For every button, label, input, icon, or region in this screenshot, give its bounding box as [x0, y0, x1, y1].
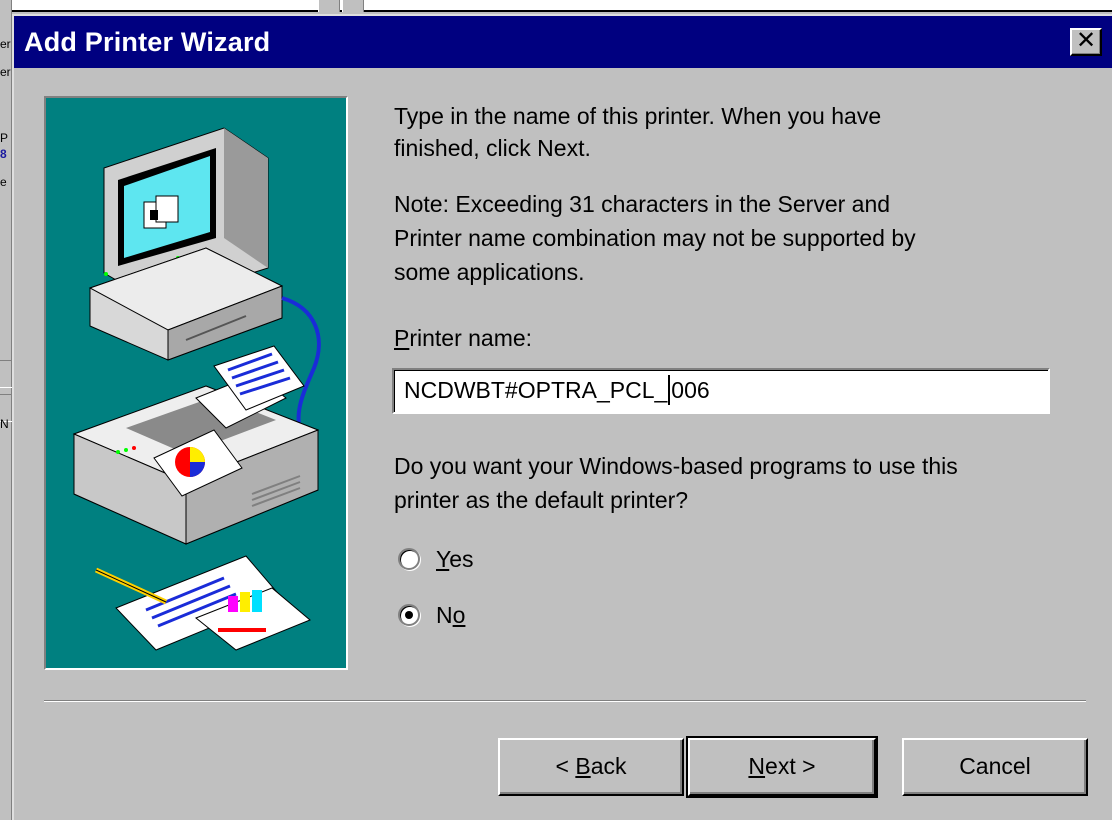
close-button[interactable]: ✕ [1070, 28, 1102, 56]
printer-name-label: Printer name: [394, 322, 532, 355]
documents-icon [94, 555, 311, 651]
background-window-toolbar [0, 0, 1112, 12]
title-bar[interactable]: Add Printer Wizard ✕ [14, 16, 1112, 68]
background-text: er [0, 66, 11, 78]
cancel-button[interactable]: Cancel [902, 738, 1088, 796]
background-window: er er P 8 e N [0, 0, 12, 820]
computer-icon [88, 127, 284, 361]
printer-name-value-end: 006 [671, 377, 710, 403]
instruction-text-line2: finished, click Next. [394, 135, 591, 161]
radio-yes-button[interactable] [398, 548, 420, 570]
printer-icon [72, 345, 320, 545]
note-text-line1: Note: Exceeding 31 characters in the Ser… [394, 191, 891, 217]
radio-selected-dot [405, 611, 413, 619]
button-separator [44, 700, 1086, 702]
background-divider [0, 360, 12, 388]
printer-name-label-accel: P [394, 325, 410, 351]
note-text-line3: some applications. [394, 259, 585, 285]
radio-no-button[interactable] [398, 604, 420, 626]
radio-no[interactable]: No [398, 598, 465, 632]
background-link[interactable]: 8 [0, 148, 12, 160]
default-question-line1: Do you want your Windows-based programs … [394, 453, 958, 479]
background-text: N [0, 418, 9, 430]
printer-name-label-rest: rinter name: [409, 325, 533, 351]
back-button[interactable]: < Back [498, 738, 684, 796]
note-text-line2: Printer name combination may not be supp… [394, 225, 916, 251]
close-icon: ✕ [1075, 27, 1097, 54]
background-text: P [0, 132, 9, 144]
text-caret [668, 374, 671, 405]
printer-name-input[interactable]: NCDWBT#OPTRA_PCL_ 006 [392, 368, 1050, 414]
background-toolbar-button[interactable] [342, 0, 364, 12]
wizard-illustration [44, 96, 348, 670]
next-button[interactable]: Next > [686, 736, 878, 798]
default-question-line2: printer as the default printer? [394, 487, 689, 513]
background-toolbar-button[interactable] [318, 0, 340, 12]
radio-yes[interactable]: Yes [398, 542, 474, 576]
dialog-title: Add Printer Wizard [24, 27, 271, 57]
printer-illustration-image [72, 127, 321, 651]
radio-yes-label[interactable]: Yes [436, 542, 474, 576]
instruction-text-line1: Type in the name of this printer. When y… [394, 103, 882, 129]
background-text: er [0, 38, 11, 50]
radio-no-label[interactable]: No [436, 598, 465, 632]
printer-name-value-start: NCDWBT#OPTRA_PCL_ [404, 377, 668, 403]
add-printer-wizard-dialog: Add Printer Wizard ✕ Type in the name of… [12, 14, 1112, 820]
background-text: e [0, 176, 7, 188]
